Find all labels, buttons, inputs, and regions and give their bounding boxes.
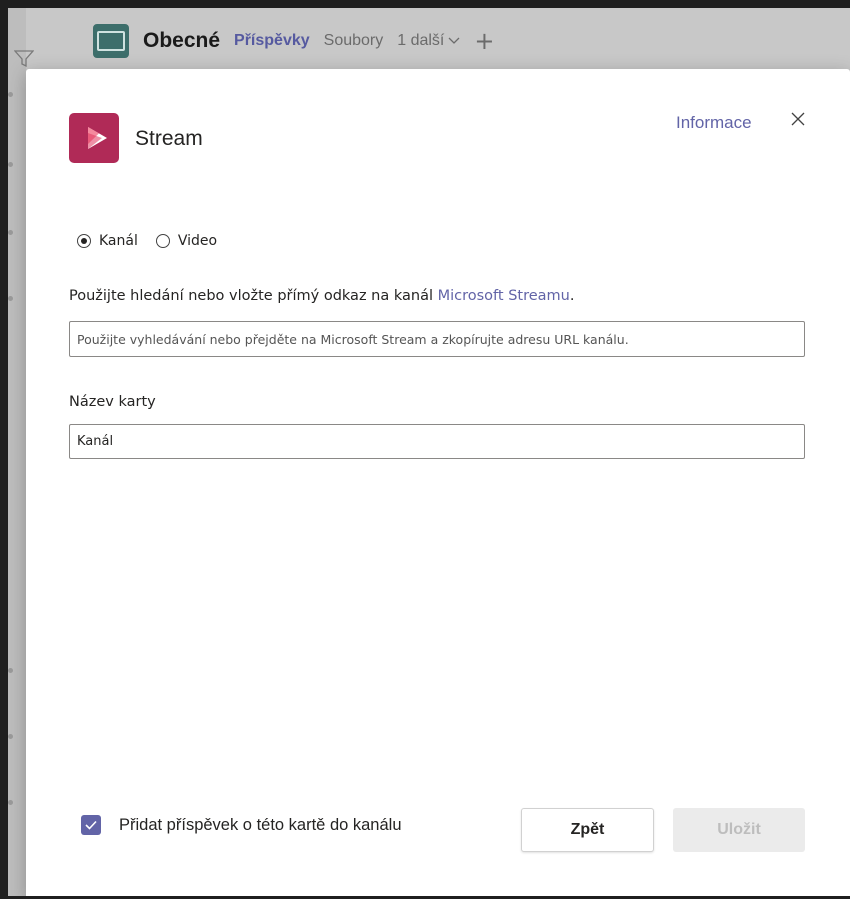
background-more-tabs: 1 další	[397, 32, 460, 50]
background-rail-dot	[8, 230, 13, 235]
channel-url-input[interactable]	[69, 321, 805, 357]
background-channel-name: Obecné	[143, 29, 221, 52]
tab-name-input[interactable]	[69, 424, 805, 459]
background-tab-files: Soubory	[323, 32, 384, 49]
background-rail-dot	[8, 92, 13, 97]
instructions-text-suffix: .	[569, 288, 575, 304]
radio-channel[interactable]: Kanál	[77, 233, 138, 249]
background-rail-dot	[8, 800, 13, 805]
background-rail-dot	[8, 162, 13, 167]
checkbox-checked-icon[interactable]	[81, 815, 101, 835]
team-icon	[93, 24, 129, 58]
radio-channel-circle[interactable]	[77, 234, 91, 248]
stream-logo-icon	[69, 113, 119, 163]
back-button[interactable]: Zpět	[521, 808, 654, 852]
microsoft-stream-link[interactable]: Microsoft Streamu	[438, 288, 570, 304]
background-rail	[8, 8, 26, 896]
post-to-channel-label: Přidat příspěvek o této kartě do kanálu	[119, 815, 402, 834]
background-rail-dot	[8, 296, 13, 301]
radio-video[interactable]: Video	[155, 233, 218, 249]
background-channel-header: Obecné Příspěvky Soubory 1 další +	[93, 24, 494, 58]
radio-channel-label: Kanál	[99, 233, 138, 249]
dialog-title: Stream	[135, 127, 203, 150]
add-tab-icon: +	[474, 27, 495, 55]
filter-icon	[14, 50, 34, 68]
radio-video-label: Video	[177, 233, 218, 249]
info-link[interactable]: Informace	[676, 113, 752, 133]
source-type-radio-group: Kanál Video	[77, 233, 235, 249]
window-frame-top	[0, 0, 850, 8]
background-tab-posts: Příspěvky	[234, 32, 310, 49]
background-rail-dot	[8, 668, 13, 673]
background-rail-dot	[8, 734, 13, 739]
instructions-text-body: Použijte hledání nebo vložte přímý odkaz…	[69, 288, 438, 304]
instructions-text: Použijte hledání nebo vložte přímý odkaz…	[69, 288, 574, 304]
tab-name-label: Název karty	[69, 394, 156, 410]
add-tab-dialog: Stream Informace Kanál Video Použijte hl…	[26, 69, 850, 899]
radio-video-circle[interactable]	[155, 234, 170, 248]
chevron-down-icon	[448, 37, 460, 44]
post-to-channel-checkbox[interactable]: Přidat příspěvek o této kartě do kanálu	[81, 815, 402, 835]
close-icon	[791, 112, 805, 126]
background-more-tabs-label: 1 další	[397, 32, 445, 49]
save-button[interactable]: Uložit	[673, 808, 805, 852]
close-button[interactable]	[786, 107, 810, 131]
window-frame-left	[0, 0, 8, 899]
